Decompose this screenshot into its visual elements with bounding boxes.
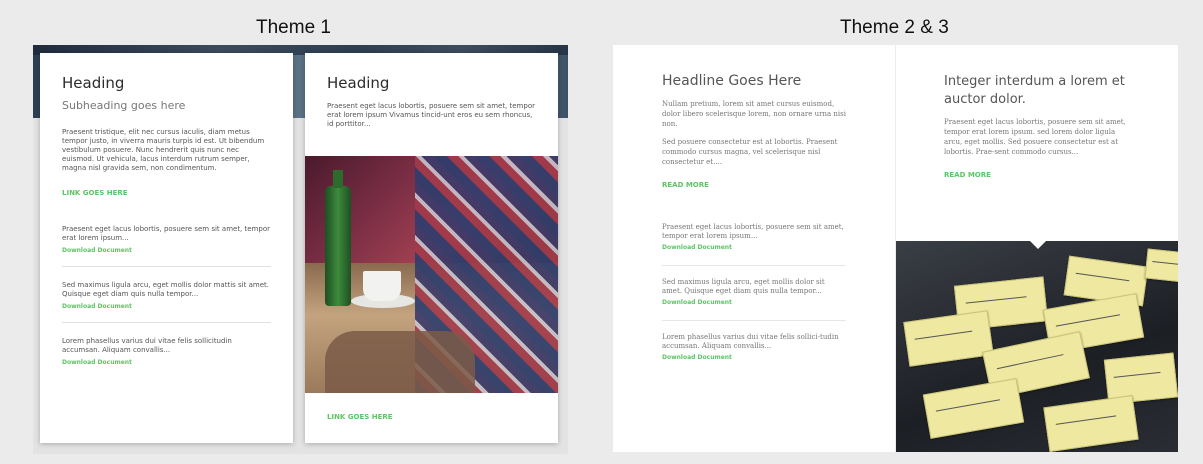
list-item-text: Lorem phasellus varius dui vitae felis s… bbox=[62, 337, 232, 354]
list-item-text: Sed maximus ligula arcu, eget mollis dol… bbox=[62, 281, 269, 298]
download-link[interactable]: Download Document bbox=[662, 244, 846, 251]
download-link[interactable]: Download Document bbox=[62, 247, 271, 254]
card-heading: Heading bbox=[327, 74, 390, 92]
download-link[interactable]: Download Document bbox=[62, 359, 271, 366]
document-list: Praesent eget lacus lobortis, posuere se… bbox=[62, 211, 271, 378]
list-item: Lorem phasellus varius dui vitae felis s… bbox=[62, 323, 271, 378]
list-item-text: Sed maximus ligula arcu, eget mollis dol… bbox=[662, 278, 825, 295]
card-text: Heading Subheading goes here Praesent tr… bbox=[40, 53, 293, 443]
read-more-link[interactable]: READ MORE bbox=[944, 171, 1130, 179]
list-item-text: Lorem phasellus varius dui vitae felis s… bbox=[662, 333, 839, 350]
cafe-table-photo bbox=[305, 156, 558, 393]
card-body: Praesent tristique, elit nec cursus iacu… bbox=[62, 128, 265, 172]
list-item-text: Praesent eget lacus lobortis, posuere se… bbox=[62, 225, 270, 242]
list-item: Lorem phasellus varius dui vitae felis s… bbox=[662, 321, 846, 375]
card-link[interactable]: LINK GOES HERE bbox=[327, 413, 393, 421]
list-item-text: Praesent eget lacus lobortis, posuere se… bbox=[662, 223, 844, 240]
theme2-left-panel: Headline Goes Here Nullam pretium, lorem… bbox=[613, 45, 896, 452]
list-item: Praesent eget lacus lobortis, posuere se… bbox=[62, 211, 271, 267]
list-item: Sed maximus ligula arcu, eget mollis dol… bbox=[662, 266, 846, 321]
card-link[interactable]: LINK GOES HERE bbox=[62, 189, 271, 197]
download-link[interactable]: Download Document bbox=[662, 299, 846, 306]
list-item: Sed maximus ligula arcu, eget mollis dol… bbox=[62, 267, 271, 323]
download-link[interactable]: Download Document bbox=[662, 354, 846, 361]
panel-paragraph: Sed posuere consectetur est at lobortis.… bbox=[662, 138, 838, 166]
card-image: Heading Praesent eget lacus lobortis, po… bbox=[305, 53, 558, 443]
document-list: Praesent eget lacus lobortis, posuere se… bbox=[662, 211, 846, 375]
card-subheading: Subheading goes here bbox=[62, 99, 186, 112]
read-more-link[interactable]: READ MORE bbox=[662, 181, 846, 189]
list-item: Praesent eget lacus lobortis, posuere se… bbox=[662, 211, 846, 266]
card-heading: Heading bbox=[62, 74, 125, 92]
theme2-right-panel: Integer interdum a lorem et auctor dolor… bbox=[896, 45, 1178, 452]
theme2-title: Theme 2 & 3 bbox=[840, 17, 949, 38]
panel-headline: Integer interdum a lorem et auctor dolor… bbox=[944, 74, 1125, 107]
theme1-preview: Heading Subheading goes here Praesent tr… bbox=[33, 45, 568, 454]
panel-paragraph: Nullam pretium, lorem sit amet cursus eu… bbox=[662, 100, 846, 128]
download-link[interactable]: Download Document bbox=[62, 303, 271, 310]
theme1-title: Theme 1 bbox=[256, 17, 331, 38]
panel-headline: Headline Goes Here bbox=[662, 73, 802, 89]
panel-paragraph: Praesent eget lacus lobortis, posuere se… bbox=[944, 118, 1126, 156]
card-body: Praesent eget lacus lobortis, posuere se… bbox=[327, 102, 535, 128]
sticky-notes-photo bbox=[896, 241, 1178, 452]
theme2-preview: Headline Goes Here Nullam pretium, lorem… bbox=[613, 45, 1178, 452]
